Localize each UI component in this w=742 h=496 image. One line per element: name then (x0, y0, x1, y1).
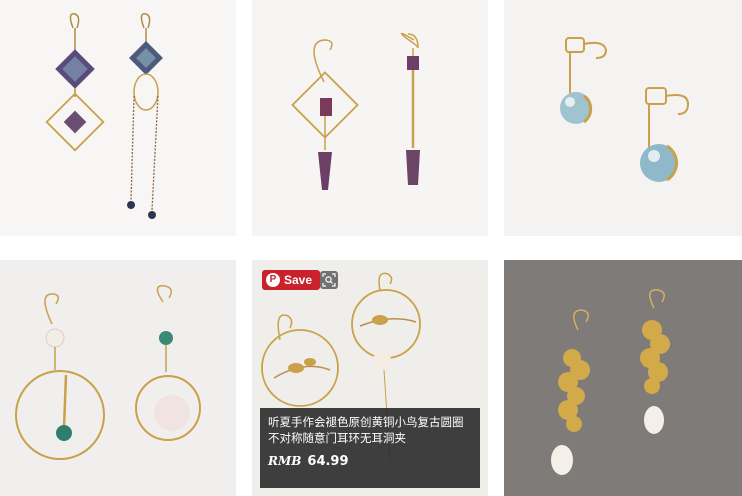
product-caption[interactable]: 听夏手作会褪色原创黄铜小鸟复古圆圈不对称随意门耳环无耳洞夹 RMB 64.99 (260, 408, 480, 488)
visual-search-button[interactable] (320, 271, 338, 289)
earring-image-2 (291, 32, 420, 190)
pinterest-icon: P (266, 273, 280, 287)
save-button[interactable]: P Save (262, 270, 321, 290)
product-tile-1[interactable] (0, 0, 236, 236)
visual-search-icon (322, 273, 336, 287)
earring-image-3 (560, 37, 690, 182)
earring-image-4 (15, 285, 201, 460)
save-button-label: Save (284, 273, 313, 287)
product-tile-6[interactable] (504, 260, 742, 496)
product-price: RMB 64.99 (268, 454, 472, 469)
product-tile-4[interactable] (0, 260, 236, 496)
earring-image-1 (45, 13, 163, 219)
earring-image-6 (504, 260, 742, 496)
product-tile-5[interactable]: P Save 听夏手作会褪色原创黄铜小鸟复古圆圈不对称随意门耳环无耳洞夹 RMB… (252, 260, 488, 496)
price-amount: 64.99 (307, 454, 349, 469)
product-title: 听夏手作会褪色原创黄铜小鸟复古圆圈不对称随意门耳环无耳洞夹 (268, 415, 464, 445)
product-image-grid: P Save 听夏手作会褪色原创黄铜小鸟复古圆圈不对称随意门耳环无耳洞夹 RMB… (0, 0, 742, 496)
price-currency: RMB (268, 454, 302, 468)
product-tile-2[interactable] (252, 0, 488, 236)
product-tile-3[interactable] (504, 0, 742, 236)
